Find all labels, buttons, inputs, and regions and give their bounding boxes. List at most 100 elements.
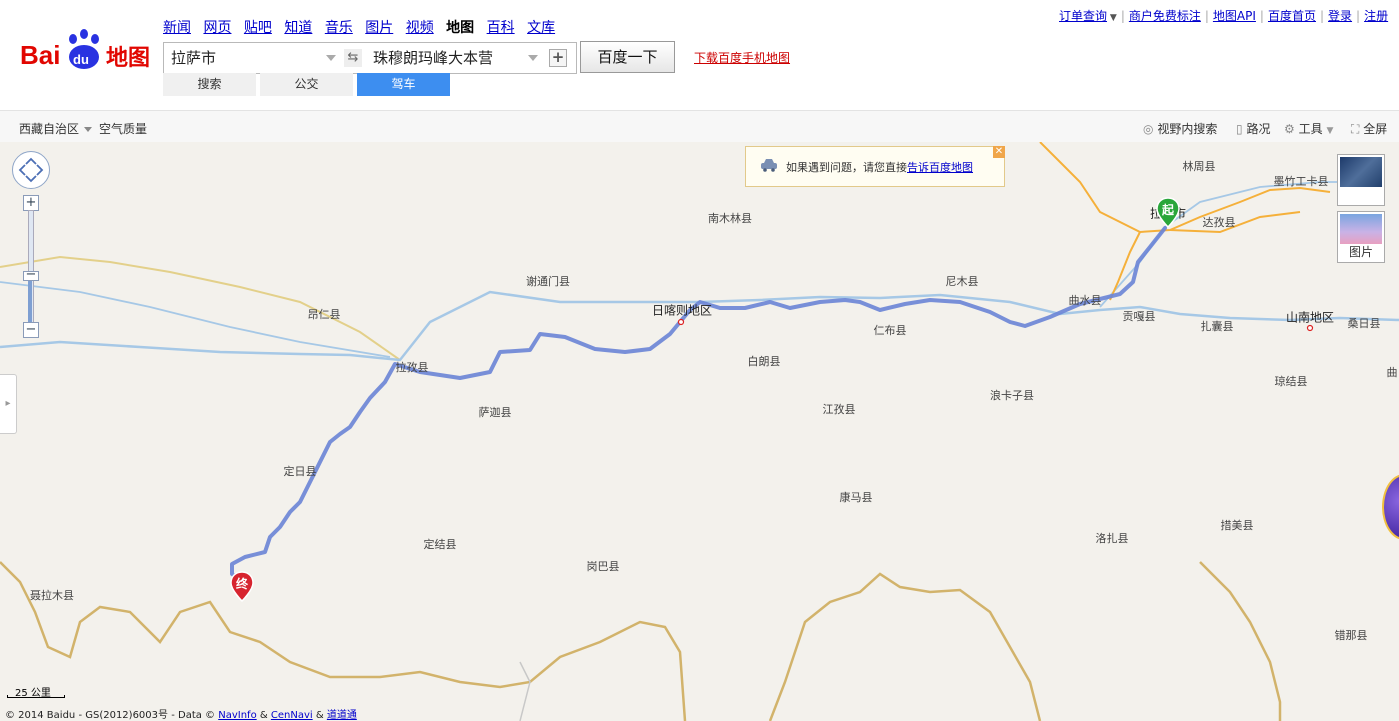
login-link[interactable]: 登录 [1328, 9, 1352, 23]
county-border-south [768, 572, 1042, 721]
notice-feedback-link[interactable]: 告诉百度地图 [907, 161, 973, 174]
register-link[interactable]: 注册 [1364, 9, 1388, 23]
image-view-button[interactable]: 图片 [1337, 211, 1385, 263]
view-search-label: 视野内搜索 [1157, 122, 1218, 136]
place-label: 日喀则地区 [651, 303, 713, 318]
traffic-button[interactable]: ▯ 路况 [1236, 120, 1270, 137]
route-search-box: 拉萨市 ⇆ 珠穆朗玛峰大本营 + [163, 42, 577, 74]
cennavi-link[interactable]: CenNavi [271, 710, 313, 721]
end-marker-label: 终 [235, 577, 248, 591]
orders-link[interactable]: 订单查询 [1059, 9, 1107, 23]
gray-road [519, 661, 531, 721]
destination-input[interactable]: 珠穆朗玛峰大本营 [366, 43, 543, 73]
place-label: 扎囊县 [1200, 320, 1234, 333]
copyright: © 2014 Baidu - GS(2012)6003号 - Data © Na… [5, 706, 357, 721]
place-label: 林周县 [1182, 160, 1216, 173]
view-search-button[interactable]: ◎ 视野内搜索 [1143, 120, 1217, 137]
region-selector[interactable]: 西藏自治区 [19, 120, 93, 137]
map-layer [0, 142, 1399, 721]
place-label: 贡嘎县 [1122, 310, 1156, 323]
destination-dropdown-icon[interactable] [528, 55, 538, 61]
fullscreen-button[interactable]: ⛶ 全屏 [1351, 120, 1387, 137]
place-label: 拉孜县 [395, 361, 429, 374]
start-marker[interactable]: 起 [1155, 197, 1181, 229]
fullscreen-icon: ⛶ [1351, 122, 1360, 136]
nav-tieba[interactable]: 贴吧 [244, 20, 272, 36]
top-links: 订单查询 ▼ | 商户免费标注 | 地图API | 百度首页 | 登录 | 注册 [1059, 9, 1389, 23]
copyright-separator: & [315, 710, 324, 721]
traffic-light-icon: ▯ [1236, 122, 1243, 136]
map-canvas[interactable]: 林周县 墨竹工卡县 拉萨市 达孜县 南木林县 谢通门县 尼木县 曲水县 昂仁县 … [0, 142, 1399, 721]
image-label: 图片 [1348, 245, 1373, 259]
swap-icon[interactable]: ⇆ [344, 49, 362, 67]
tab-transit[interactable]: 公交 [260, 73, 353, 96]
baidu-home-link[interactable]: 百度首页 [1268, 9, 1316, 23]
header: Bai du 地图 新闻 网页 贴吧 知道 音乐 图片 视频 地图 百科 文库 … [0, 0, 1399, 110]
nav-music[interactable]: 音乐 [325, 20, 353, 36]
view-search-icon: ◎ [1143, 122, 1154, 136]
gear-icon: ⚙ [1284, 122, 1295, 136]
nav-images[interactable]: 图片 [365, 20, 393, 36]
nav-web[interactable]: 网页 [203, 20, 231, 36]
orders-dropdown-icon[interactable]: ▼ [1107, 13, 1117, 23]
place-label: 萨迦县 [478, 406, 512, 419]
zoom-slider-handle[interactable]: − [23, 268, 39, 281]
origin-dropdown-icon[interactable] [326, 55, 336, 61]
place-label: 康马县 [839, 491, 873, 504]
place-label: 错那县 [1334, 629, 1368, 642]
fullscreen-label: 全屏 [1363, 122, 1388, 136]
logo-ditu-text: 地图 [106, 46, 150, 71]
country-border [0, 561, 687, 721]
nav-wenku[interactable]: 文库 [527, 20, 555, 36]
map-toolbar: 西藏自治区 空气质量 ◎ 视野内搜索 ▯ 路况 ⚙ 工具 ▼ ⛶ 全屏 [0, 110, 1399, 143]
download-mobile-link[interactable]: 下载百度手机地图 [694, 49, 790, 66]
product-nav: 新闻 网页 贴吧 知道 音乐 图片 视频 地图 百科 文库 [163, 17, 563, 37]
logo-bai-text: Bai [20, 40, 60, 70]
region-dropdown-icon [84, 127, 93, 132]
zoom-control: + − − [23, 194, 39, 340]
place-label: 尼木县 [945, 275, 979, 288]
car-icon [761, 159, 777, 172]
tools-button[interactable]: ⚙ 工具 ▼ [1284, 120, 1333, 137]
zoom-out-button[interactable]: − [23, 322, 39, 338]
origin-input[interactable]: 拉萨市 [164, 43, 341, 73]
map-api-link[interactable]: 地图API [1213, 9, 1256, 23]
sidebar-expand-button[interactable]: ▸ [0, 374, 17, 434]
place-label: 江孜县 [822, 403, 856, 416]
image-thumbnail [1340, 214, 1382, 244]
zoom-in-button[interactable]: + [23, 195, 39, 211]
logo-du-text: du [73, 52, 89, 67]
river-lhasa [1099, 181, 1360, 308]
end-marker[interactable]: 终 [229, 571, 255, 603]
satellite-view-button[interactable]: 卫星 [1337, 154, 1385, 206]
baidu-map-logo[interactable]: Bai du 地图 [20, 28, 155, 72]
copyright-text: © 2014 Baidu - GS(2012)6003号 - Data © [5, 710, 216, 721]
nav-map[interactable]: 地图 [446, 20, 474, 36]
place-label: 聂拉木县 [30, 589, 74, 602]
place-label: 岗巴县 [586, 560, 620, 573]
place-label: 墨竹工卡县 [1273, 175, 1329, 188]
nav-news[interactable]: 新闻 [163, 20, 191, 36]
air-quality-button[interactable]: 空气质量 [99, 120, 147, 137]
nav-video[interactable]: 视频 [406, 20, 434, 36]
tab-search[interactable]: 搜索 [163, 73, 256, 96]
pan-left-icon [18, 164, 26, 176]
pan-control[interactable] [12, 151, 50, 189]
place-label: 措美县 [1220, 519, 1254, 532]
nav-baike[interactable]: 百科 [487, 20, 515, 36]
navinfo-link[interactable]: NavInfo [218, 710, 256, 721]
place-label: 达孜县 [1202, 216, 1236, 229]
satellite-label: 卫星 [1348, 187, 1373, 201]
pan-right-icon [36, 164, 44, 176]
notice-text: 如果遇到问题，请您直接 [786, 161, 907, 174]
pan-up-icon [25, 157, 37, 165]
merchant-link[interactable]: 商户免费标注 [1129, 9, 1201, 23]
nav-zhidao[interactable]: 知道 [284, 20, 312, 36]
search-button[interactable]: 百度一下 [580, 41, 675, 73]
tab-driving[interactable]: 驾车 [357, 73, 450, 96]
daodaotong-link[interactable]: 道道通 [327, 710, 357, 721]
place-label: 南木林县 [708, 212, 752, 225]
county-border-east [1199, 561, 1282, 721]
close-icon[interactable]: ✕ [993, 146, 1005, 158]
add-waypoint-icon[interactable]: + [549, 49, 567, 67]
